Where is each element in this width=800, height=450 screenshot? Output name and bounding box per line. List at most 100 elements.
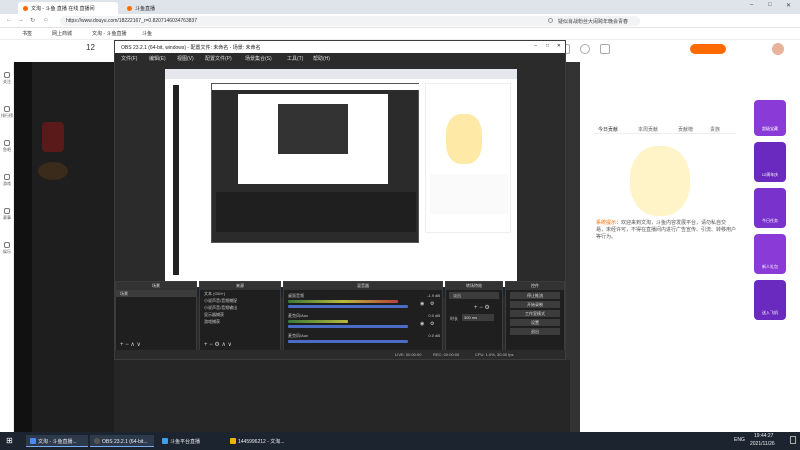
bookmark-item[interactable]: 文淘 - 斗鱼直播 [92,30,126,37]
history-icon[interactable] [580,44,590,54]
taskbar-item[interactable]: OBS 23.2.1 (64-bit... [90,435,154,447]
maximize-button[interactable]: □ [546,43,549,49]
transition-toolbar: + − ⚙ [474,304,490,311]
bookmark-item[interactable]: 网上商城 [52,30,72,37]
ad-anniversary[interactable]: 12周年庆 [754,142,786,182]
start-recording-button[interactable]: 开始录制 [510,301,560,308]
medal-icon [4,208,10,214]
ad-treasure[interactable]: 超级宝藏 [754,100,786,136]
up-icon[interactable]: ∧ [130,342,134,348]
close-button[interactable]: ✕ [557,43,561,49]
home-icon[interactable]: ⌂ [44,17,48,23]
source-item[interactable]: 小说声音/音频输出 [200,304,280,311]
bookmark-item[interactable]: 书签 [22,30,32,37]
studio-mode-button[interactable]: 工作室模式 [510,310,560,317]
windows-start-icon[interactable]: ⊞ [6,436,13,445]
clock-time[interactable]: 19:44:27 [754,433,773,439]
refresh-icon[interactable]: ↻ [30,17,35,24]
tab-label: 文淘 - 斗鱼 直播 在线 直播间 [31,6,95,12]
menu-file[interactable]: 文件(F) [121,55,137,62]
speaker-icon[interactable]: ◉ [420,301,424,307]
volume-slider[interactable] [288,305,408,308]
obs-preview[interactable] [165,69,517,297]
nested-notice [430,174,508,214]
down-icon[interactable]: ∨ [136,342,140,348]
tab-label: 斗鱼直播 [135,6,156,12]
nav-item-follow[interactable]: 关注 [0,72,14,85]
volume-slider[interactable] [288,340,408,343]
tab-noble[interactable]: 贵族 [710,126,720,133]
duration-input[interactable]: 300 ms [462,314,494,321]
remove-icon[interactable]: − [209,342,213,348]
nav-item-fishbar[interactable]: 鱼吧 [0,140,14,153]
obs-icon [94,438,100,444]
nav-item-fun[interactable]: 娱乐 [0,242,14,255]
down-icon[interactable]: ∨ [228,342,232,348]
exit-button[interactable]: 退出 [510,328,560,335]
gear-icon[interactable]: ⚙ [430,301,434,307]
minimize-button[interactable]: – [534,43,537,49]
nav-item-events[interactable]: 赛事 [0,208,14,221]
remove-icon[interactable]: − [479,305,483,311]
source-item[interactable]: 显示器捕获 [200,311,280,318]
nested-preview [238,94,388,184]
stop-stream-button[interactable]: 停止推流 [510,292,560,299]
transition-select[interactable]: 淡出 [449,292,499,299]
settings-button[interactable]: 设置 [510,319,560,326]
back-icon[interactable]: ← [6,17,12,23]
close-button[interactable]: ✕ [786,2,791,9]
ad-plane[interactable]: 送入飞机 [754,280,786,320]
language-indicator[interactable]: ENG [734,437,745,443]
add-icon[interactable]: + [474,305,478,311]
message-icon[interactable] [600,44,610,54]
clock-date[interactable]: 2021/11/26 [750,441,775,447]
notification-icon[interactable] [790,436,796,444]
source-item[interactable]: 文本 (GDI+) [200,290,280,297]
speaker-icon[interactable]: ◉ [420,321,424,327]
sources-dock: 来源 文本 (GDI+) 小说声音/音频捕捉 小说声音/音频输出 显示器捕获 游… [199,281,281,351]
taskbar-item[interactable]: 斗鱼平台直播 [158,435,222,447]
tab-week[interactable]: 本周贡献 [638,126,658,133]
forward-icon[interactable]: → [18,17,24,23]
scenes-header: 场景 [116,282,196,290]
browser-tab[interactable]: 斗鱼直播 [122,2,172,14]
gear-icon[interactable]: ⚙ [214,342,219,348]
gear-icon[interactable]: ⚙ [484,305,489,311]
menu-help[interactable]: 帮助(H) [313,55,330,62]
ad-task[interactable]: 今日任务 [754,188,786,228]
avatar[interactable] [772,43,784,55]
browser-tab-active[interactable]: 文淘 - 斗鱼 直播 在线 直播间 [18,2,118,14]
menu-scene-collection[interactable]: 场景集合(S) [245,55,272,62]
volume-slider[interactable] [288,325,408,328]
system-notice: 系统提示：欢迎来到文淘，斗鱼内容发展平台，请勿私自交易，未经许可，不得在直播间内… [596,220,737,240]
scene-toolbar: + − ∧ ∨ [120,341,141,348]
minimize-button[interactable]: – [750,2,753,8]
pc-client-button[interactable] [690,44,726,54]
menu-edit[interactable]: 编辑(E) [149,55,166,62]
add-icon[interactable]: + [120,342,124,348]
tab-rank[interactable]: 贡献榜 [678,126,693,133]
source-toolbar: + − ⚙ ∧ ∨ [204,341,232,348]
source-item[interactable]: 游戏捕获 [200,318,280,325]
controls-header: 控件 [506,282,564,290]
menu-tools[interactable]: 工具(T) [287,55,303,62]
gear-icon[interactable]: ⚙ [430,321,434,327]
menu-profile[interactable]: 配置文件(P) [205,55,232,62]
nav-item-rank[interactable]: 排行榜 [0,106,14,119]
add-icon[interactable]: + [204,342,208,348]
taskbar-item[interactable]: 1445996212 - 文淘... [226,435,298,447]
tab-today[interactable]: 今日贡献 [598,126,618,133]
scene-item[interactable]: 场景 [116,290,196,297]
maximize-button[interactable]: □ [768,2,772,8]
nav-item-games[interactable]: 游戏 [0,174,14,187]
source-item[interactable]: 小说声音/音频捕捉 [200,297,280,304]
controls-dock: 控件 停止推流 开始录制 工作室模式 设置 退出 [505,281,565,351]
folder-icon [230,438,236,444]
ad-newbie[interactable]: 新人礼包 [754,234,786,274]
menu-view[interactable]: 视图(V) [177,55,194,62]
up-icon[interactable]: ∧ [221,342,225,348]
bookmark-item[interactable]: 斗鱼 [142,30,152,37]
taskbar-item[interactable]: 文淘 - 斗鱼直播... [26,435,88,447]
browser-search-input[interactable]: 疑似肖战粉丝大闹跨年晚会青春 [548,17,698,26]
remove-icon[interactable]: − [125,342,129,348]
